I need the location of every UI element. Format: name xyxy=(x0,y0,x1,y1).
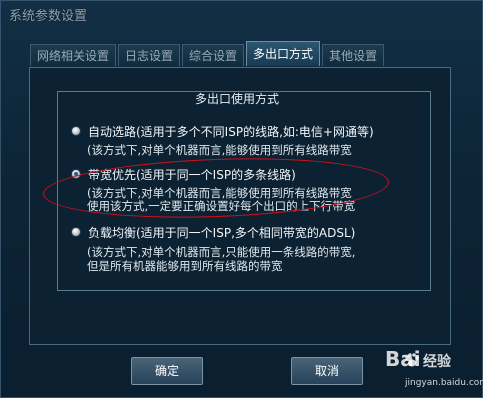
window-title: 系统参数设置 xyxy=(9,9,88,24)
paw-icon xyxy=(405,353,419,367)
watermark-url: jingyan.baidu.com xyxy=(405,378,483,388)
load-balancing-label[interactable]: 负载均衡(适用于同一个ISP,多个相同带宽的ADSL) xyxy=(88,224,355,241)
watermark-text: 经验 xyxy=(423,354,451,370)
load-balancing-description-line2: 但是所有机器能够用到所有线路的带宽 xyxy=(87,259,283,273)
cancel-button[interactable]: 取消 xyxy=(291,357,363,385)
tab-other-settings[interactable]: 其他设置 xyxy=(322,44,385,66)
auto-routing-label[interactable]: 自动选路(适用于多个不同ISP的线路,如:电信+网通等) xyxy=(88,123,374,140)
tab-network-settings[interactable]: 网络相关设置 xyxy=(30,44,117,66)
groupbox-title: 多出口使用方式 xyxy=(195,92,280,106)
tab-log-settings[interactable]: 日志设置 xyxy=(118,44,181,66)
settings-window: 系统参数设置 网络相关设置 日志设置 综合设置 多出口方式 其他设置 多出口使用… xyxy=(0,0,483,398)
tab-general-settings[interactable]: 综合设置 xyxy=(182,44,245,66)
load-balancing-radio[interactable] xyxy=(71,227,81,237)
auto-routing-description: (该方式下,对单个机器而言,能够使用到所有线路带宽 xyxy=(87,143,352,157)
auto-routing-radio[interactable] xyxy=(71,126,81,136)
ok-button[interactable]: 确定 xyxy=(131,357,203,385)
tab-bar: 网络相关设置 日志设置 综合设置 多出口方式 其他设置 xyxy=(30,41,386,68)
tab-multi-exit-mode[interactable]: 多出口方式 xyxy=(246,41,321,66)
